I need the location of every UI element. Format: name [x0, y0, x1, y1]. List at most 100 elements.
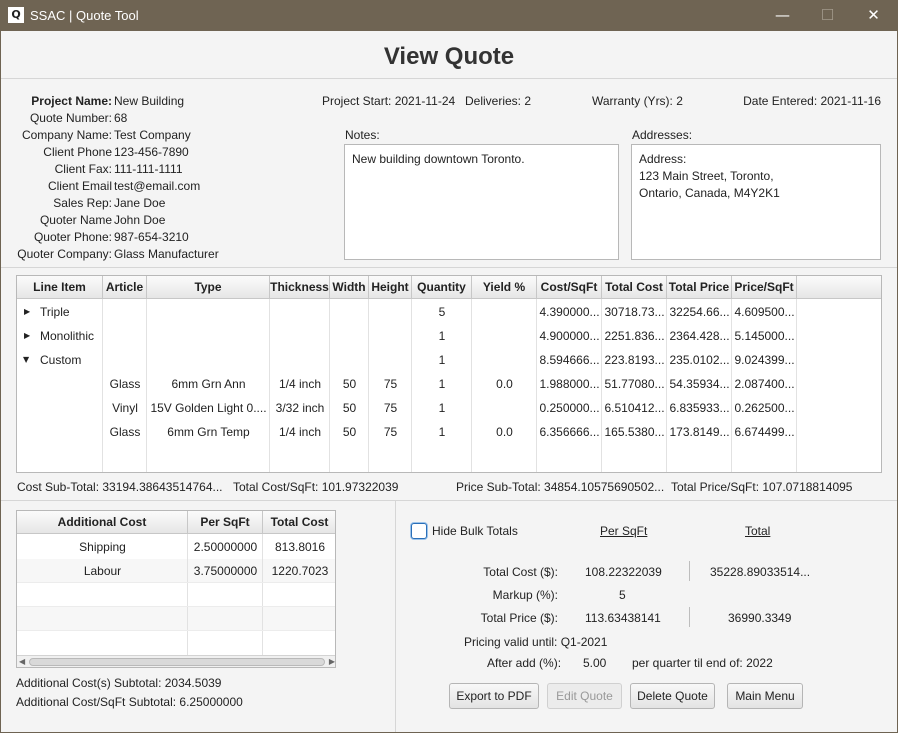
addresses-field[interactable]: Address: 123 Main Street, Toronto, Ontar…	[631, 144, 881, 260]
sales-rep-label: Sales Rep:	[53, 196, 112, 210]
total-price-cell: 6.835933...	[669, 401, 730, 415]
price-sqft-cell: 9.024399...	[734, 353, 795, 367]
col-type[interactable]: Type	[147, 276, 270, 299]
main-menu-button[interactable]: Main Menu	[727, 683, 803, 709]
col-width[interactable]: Width	[330, 276, 369, 299]
cost-name-cell: Labour	[83, 564, 122, 578]
total-price-label: Total Price ($):	[480, 611, 558, 625]
height-cell: 75	[383, 401, 398, 415]
per-sqft-cell: 3.75000000	[193, 564, 258, 578]
col-article[interactable]: Article	[103, 276, 147, 299]
col-height[interactable]: Height	[369, 276, 412, 299]
collapse-icon[interactable]: ▼	[23, 355, 29, 364]
per-quarter-label: per quarter til end of: 2022	[632, 656, 773, 670]
client-email-label: Client Email	[47, 179, 112, 193]
thickness-cell: 3/32 inch	[275, 401, 325, 415]
total-price-cell: 54.35934...	[669, 377, 730, 391]
cost-sqft-cell: 6.356666...	[539, 425, 600, 439]
total-price-total: 36990.3349	[728, 611, 792, 625]
minimize-button[interactable]: —	[760, 0, 805, 31]
line-items-table[interactable]: Line Item Article Type Thickness Width H…	[16, 275, 882, 473]
delete-quote-button[interactable]: Delete Quote	[630, 683, 715, 709]
col-total-cost[interactable]: Total Cost	[263, 511, 335, 534]
notes-field[interactable]: New building downtown Toronto.	[344, 144, 619, 260]
scroll-right-icon[interactable]: ▶	[329, 657, 335, 666]
width-cell: 50	[342, 377, 357, 391]
thickness-cell: 1/4 inch	[278, 425, 322, 439]
subtotal-divider	[1, 500, 897, 501]
quoter-phone-value: 987-654-3210	[114, 230, 189, 244]
col-line-item[interactable]: Line Item	[17, 276, 103, 299]
col-cost-sqft[interactable]: Cost/SqFt	[537, 276, 602, 299]
additional-costs-table[interactable]: Additional Cost Per SqFt Total Cost Ship…	[16, 510, 336, 668]
export-pdf-button[interactable]: Export to PDF	[449, 683, 539, 709]
cost-subtotal: Cost Sub-Total: 33194.38643514764...	[17, 480, 223, 494]
expand-icon[interactable]: ▶	[24, 307, 30, 316]
per-sqft-cell: 2.50000000	[193, 540, 258, 554]
row-stripe	[17, 607, 335, 631]
height-cell: 75	[383, 377, 398, 391]
total-cost-cell: 30718.73...	[604, 305, 665, 319]
quoter-company-label: Quoter Company:	[17, 247, 112, 261]
quantity-cell: 1	[438, 425, 446, 439]
type-cell: 15V Golden Light 0....	[150, 401, 267, 415]
col-additional-cost[interactable]: Additional Cost	[17, 511, 188, 534]
project-name-value: New Building	[114, 94, 185, 108]
price-sqft-cell: 5.145000...	[734, 329, 795, 343]
totals-divider	[689, 561, 690, 581]
total-cost-per-sqft: 108.22322039	[585, 565, 662, 579]
info-divider	[1, 267, 897, 268]
total-cost-total: 35228.89033514...	[710, 565, 811, 579]
price-subtotal: Price Sub-Total: 34854.10575690502...	[456, 480, 665, 494]
type-cell: 6mm Grn Temp	[167, 425, 250, 439]
total-price-sqft: Total Price/SqFt: 107.0718814095	[671, 480, 853, 494]
col-total-price[interactable]: Total Price	[667, 276, 732, 299]
col-quantity[interactable]: Quantity	[412, 276, 472, 299]
col-yield[interactable]: Yield %	[472, 276, 537, 299]
horizontal-scrollbar[interactable]: ◀ ▶	[17, 655, 335, 667]
hide-bulk-totals-label[interactable]: Hide Bulk Totals	[432, 524, 518, 538]
article-cell: Vinyl	[112, 401, 138, 415]
total-cost-cell: 51.77080...	[604, 377, 665, 391]
per-sqft-header: Per SqFt	[600, 524, 648, 538]
bottom-divider	[395, 500, 396, 732]
title-bar: Q SSAC | Quote Tool — ☐ ✕	[0, 0, 898, 31]
quote-number-value: 68	[114, 111, 128, 125]
width-cell: 50	[342, 425, 357, 439]
client-email-value: test@email.com	[114, 179, 201, 193]
additional-cost-subtotal: Additional Cost(s) Subtotal: 2034.5039	[16, 676, 222, 690]
row-divider	[17, 630, 335, 631]
quantity-cell: 1	[438, 353, 446, 367]
cost-sqft-cell: 0.250000...	[539, 401, 600, 415]
warranty: Warranty (Yrs): 2	[592, 94, 683, 108]
close-button[interactable]: ✕	[851, 0, 896, 31]
notes-label: Notes:	[345, 128, 380, 142]
scroll-left-icon[interactable]: ◀	[19, 657, 25, 666]
col-total-cost[interactable]: Total Cost	[602, 276, 667, 299]
yield-cell: 0.0	[496, 377, 513, 391]
additional-costs-header: Additional Cost Per SqFt Total Cost	[17, 511, 335, 534]
type-cell: 6mm Grn Ann	[171, 377, 246, 391]
cost-sqft-cell: 8.594666...	[539, 353, 600, 367]
quoter-name-value: John Doe	[114, 213, 166, 227]
thickness-cell: 1/4 inch	[278, 377, 322, 391]
col-price-sqft[interactable]: Price/SqFt	[732, 276, 797, 299]
client-phone-value: 123-456-7890	[114, 145, 189, 159]
total-price-cell: 2364.428...	[669, 329, 730, 343]
col-thickness[interactable]: Thickness	[270, 276, 330, 299]
page-title: View Quote	[383, 43, 515, 70]
hide-bulk-totals-checkbox[interactable]	[411, 523, 427, 539]
quantity-cell: 1	[438, 377, 446, 391]
line-items-header: Line Item Article Type Thickness Width H…	[17, 276, 881, 299]
markup-value: 5	[619, 588, 626, 602]
row-divider	[17, 606, 335, 607]
total-cost-cell: 6.510412...	[604, 401, 665, 415]
price-sqft-cell: 0.262500...	[734, 401, 795, 415]
price-sqft-cell: 6.674499...	[734, 425, 795, 439]
cost-sqft-cell: 4.390000...	[539, 305, 600, 319]
date-entered: Date Entered: 2021-11-16	[743, 94, 881, 108]
col-per-sqft[interactable]: Per SqFt	[188, 511, 263, 534]
scrollbar-thumb[interactable]	[29, 658, 325, 666]
article-cell: Glass	[109, 377, 141, 391]
expand-icon[interactable]: ▶	[24, 331, 30, 340]
